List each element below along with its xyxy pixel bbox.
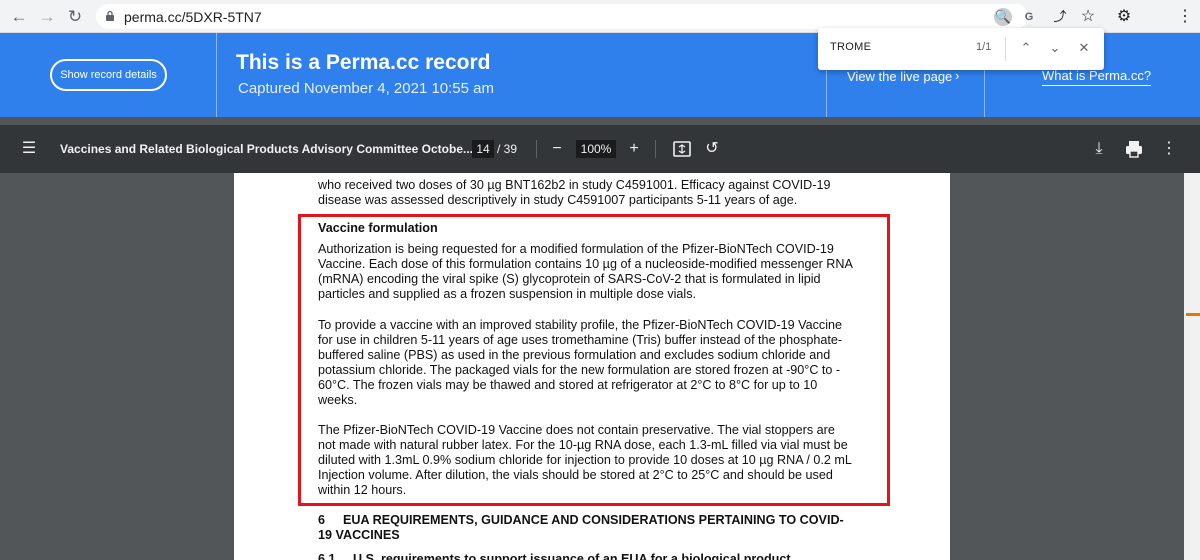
find-icon[interactable]: 🔍 [994, 8, 1012, 26]
paragraph-line: buffered saline (PBS) as used in the pre… [318, 348, 831, 362]
what-is-perma-link[interactable]: What is Perma.cc? [1042, 68, 1152, 86]
url-text: perma.cc/5DXR-5TN7 [124, 9, 262, 25]
pdf-page: who received two doses of 30 µg BNT162b2… [234, 173, 950, 560]
paragraph-line: 60°C. The frozen vials may be thawed and… [318, 378, 818, 392]
reload-icon[interactable]: ↻ [64, 6, 86, 28]
section-number: 6 [318, 513, 326, 527]
chevron-right-icon: › [955, 68, 960, 83]
zoom-in-icon[interactable]: + [623, 138, 645, 160]
find-match-count: 1/1 [976, 41, 992, 53]
scrollbar[interactable] [1184, 173, 1200, 560]
toolbar-divider [655, 140, 656, 158]
section-title-line: 19 VACCINES [318, 528, 400, 542]
show-record-details-button[interactable]: Show record details [50, 59, 167, 91]
paragraph-line: not made with natural rubber latex. For … [318, 438, 848, 452]
view-live-page-link[interactable]: View the live page [847, 69, 952, 84]
paragraph-line: Injection volume. After dilution, the vi… [318, 468, 833, 482]
paragraph-line: particles and supplied as a frozen suspe… [318, 287, 697, 301]
paragraph-line: (mRNA) encoding the viral spike (S) glyc… [318, 272, 821, 286]
address-bar[interactable]: perma.cc/5DXR-5TN7 🔍 G [96, 4, 1033, 29]
chevron-up-icon[interactable]: ⌃ [1016, 38, 1036, 58]
hamburger-menu-icon[interactable]: ☰ [18, 138, 40, 160]
intro-line: disease was assessed descriptively in st… [318, 193, 798, 207]
share-icon[interactable]: ⤴ [1049, 6, 1071, 28]
paragraph-line: Vaccine. Each dose of this formulation c… [318, 257, 853, 271]
page-total: / 39 [497, 142, 518, 156]
print-icon[interactable] [1123, 138, 1145, 160]
section-heading: Vaccine formulation [318, 221, 438, 235]
toolbar-divider [536, 140, 537, 158]
intro-line: who received two doses of 30 µg BNT162b2… [318, 178, 831, 192]
star-icon[interactable]: ☆ [1077, 6, 1099, 28]
paragraph-line: To provide a vaccine with an improved st… [318, 318, 843, 332]
fit-page-icon[interactable] [671, 138, 693, 160]
page-number-input[interactable]: 14 [472, 140, 494, 158]
find-match-marker [1186, 313, 1200, 316]
zoom-input[interactable]: 100% [576, 140, 616, 158]
more-options-icon[interactable]: ⋮ [1158, 138, 1180, 160]
download-icon[interactable]: ⤓ [1088, 138, 1110, 160]
subsection-heading: 6.1 U.S. requirements to support issuanc… [318, 552, 791, 560]
lock-icon[interactable] [104, 10, 116, 22]
paragraph-line: Authorization is being requested for a m… [318, 242, 834, 256]
paragraph-line: weeks. [318, 393, 358, 407]
rotate-icon[interactable]: ↺ [701, 138, 723, 160]
extensions-icon[interactable]: ⚙ [1113, 6, 1135, 28]
close-icon[interactable]: ✕ [1074, 38, 1094, 58]
back-icon[interactable]: ← [8, 6, 30, 28]
find-input[interactable]: TROME [830, 41, 871, 53]
section-title-line: EUA REQUIREMENTS, GUIDANCE AND CONSIDERA… [343, 513, 844, 527]
banner-title: This is a Perma.cc record [236, 51, 491, 74]
paragraph-line: within 12 hours. [318, 483, 407, 497]
zoom-out-icon[interactable]: − [546, 138, 568, 160]
find-divider [1005, 37, 1006, 61]
forward-icon[interactable]: → [36, 6, 58, 28]
translate-icon[interactable]: G [1020, 8, 1038, 26]
banner-divider [216, 33, 217, 117]
paragraph-line: The Pfizer-BioNTech COVID-19 Vaccine doe… [318, 423, 835, 437]
chevron-down-icon[interactable]: ⌄ [1045, 38, 1065, 58]
paragraph-line: for use in children 5-11 years of age us… [318, 333, 843, 347]
paragraph-line: potassium chloride. The packaged vials f… [318, 363, 841, 377]
pdf-title: Vaccines and Related Biological Products… [60, 142, 473, 156]
menu-icon[interactable]: ⋮ [1174, 6, 1196, 28]
pdf-viewer[interactable]: who received two doses of 30 µg BNT162b2… [0, 173, 1200, 560]
paragraph-line: diluted with 1.3mL 0.9% sodium chloride … [318, 453, 852, 467]
capture-date: Captured November 4, 2021 10:55 am [238, 80, 494, 97]
pdf-toolbar: ☰ Vaccines and Related Biological Produc… [0, 125, 1200, 173]
find-bar: TROME 1/1 ⌃ ⌄ ✕ [818, 28, 1104, 70]
